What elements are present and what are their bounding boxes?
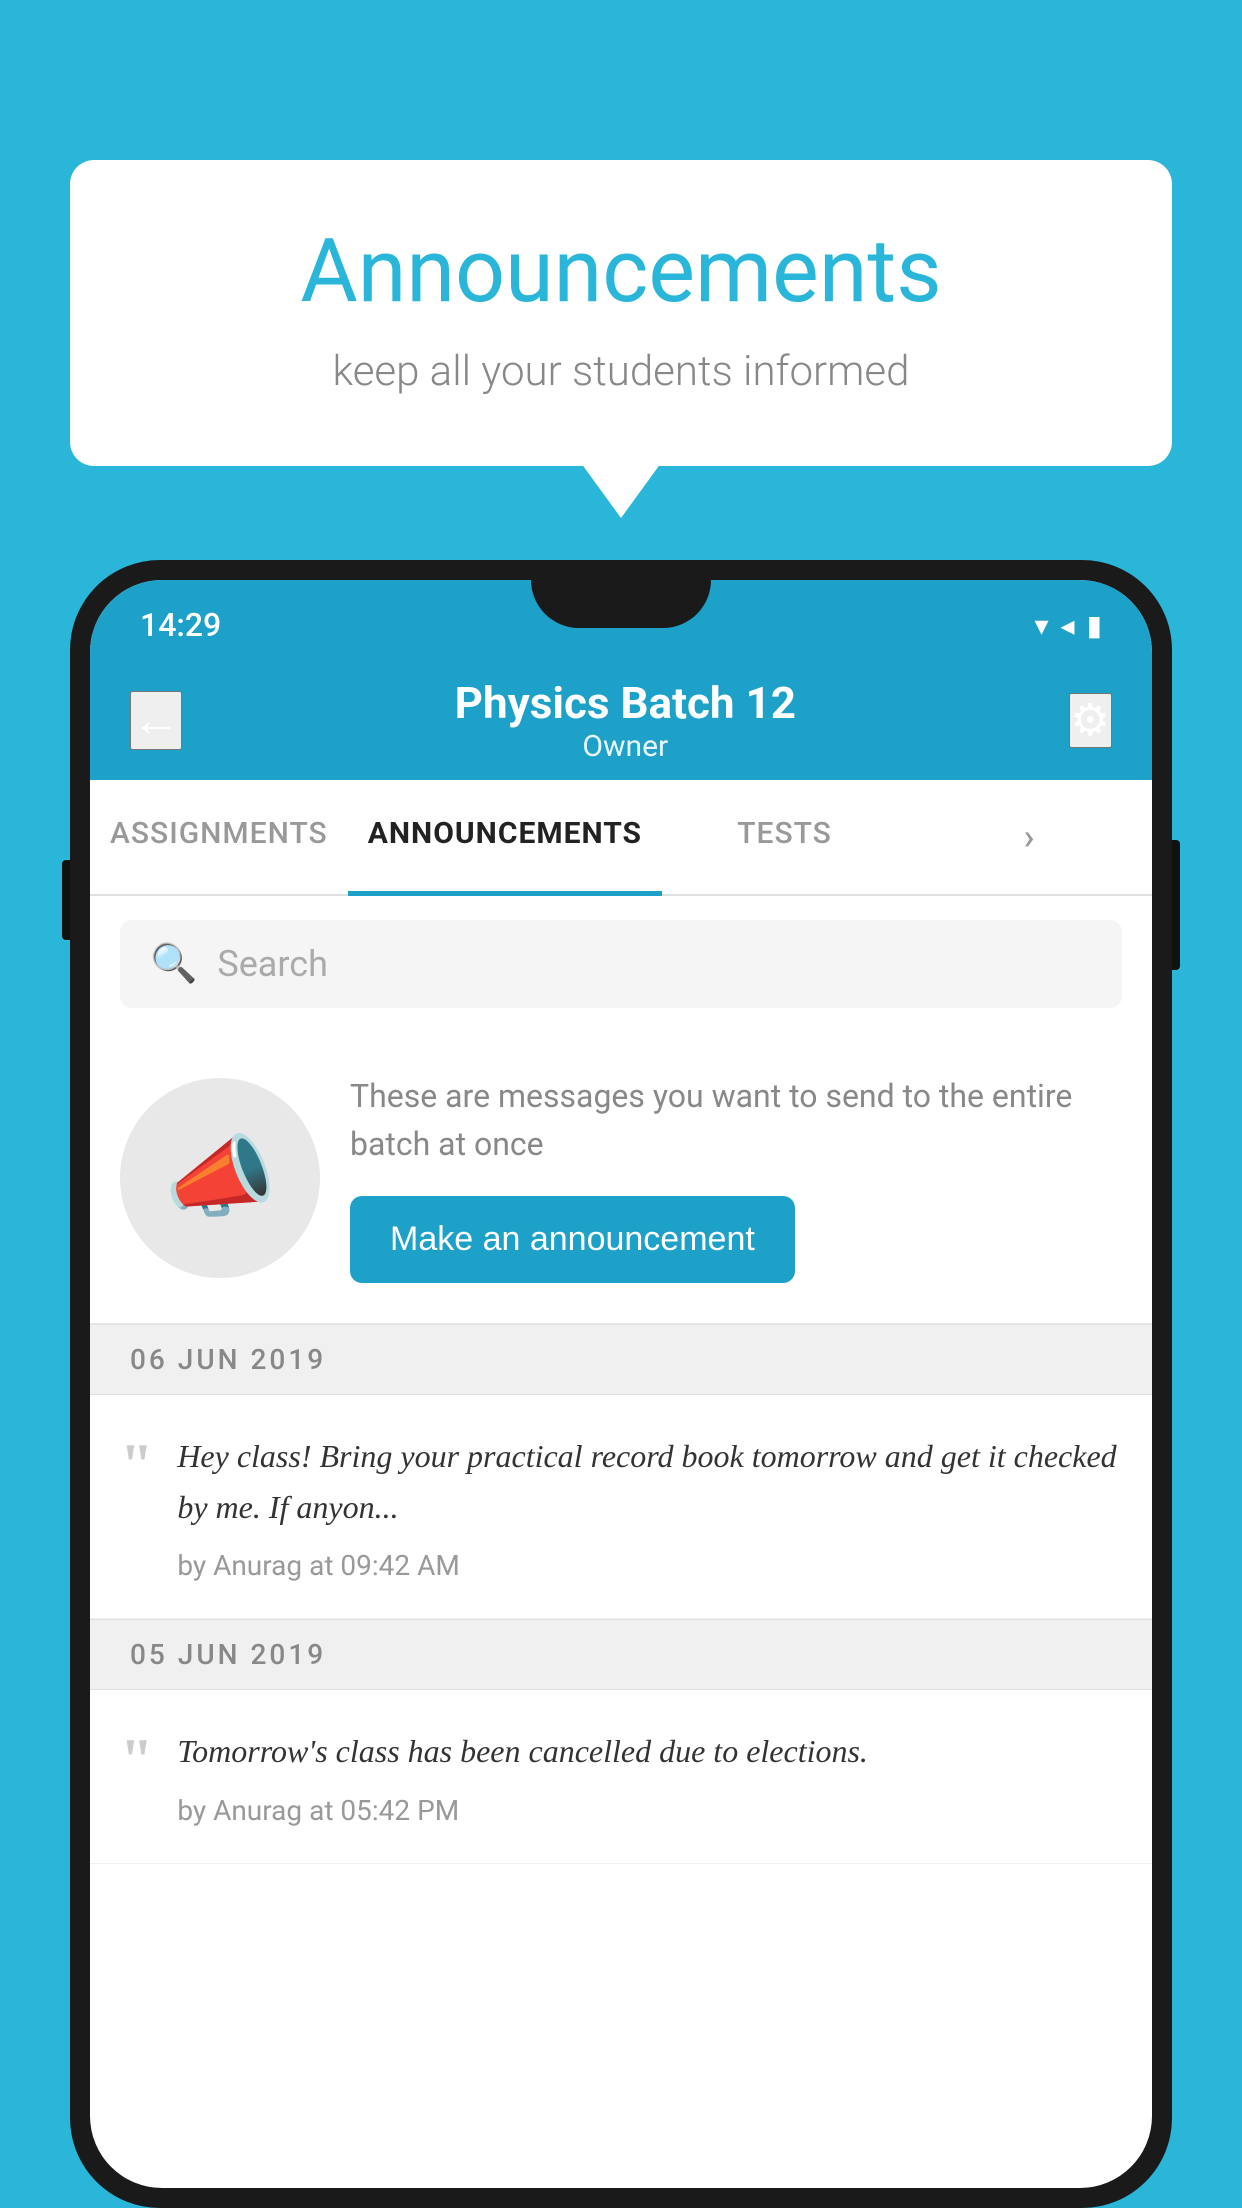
speech-bubble-section: Announcements keep all your students inf…	[70, 160, 1172, 466]
wifi-icon: ▾	[1034, 609, 1048, 642]
announcement-text-2: Tomorrow's class has been cancelled due …	[177, 1726, 1122, 1777]
phone-side-button-right	[1172, 840, 1180, 970]
promo-description: These are messages you want to send to t…	[350, 1072, 1122, 1168]
tab-more[interactable]: ›	[907, 780, 1152, 894]
phone-screen: 14:29 ▾ ◂ ▮ ← Physics Batch 12 Owner ⚙	[90, 580, 1152, 2188]
search-icon: 🔍	[150, 942, 197, 986]
bubble-title: Announcements	[130, 220, 1112, 323]
phone-outer: 14:29 ▾ ◂ ▮ ← Physics Batch 12 Owner ⚙	[70, 560, 1172, 2208]
promo-icon-circle: 📣	[120, 1078, 320, 1278]
announcement-content-2: Tomorrow's class has been cancelled due …	[177, 1726, 1122, 1826]
megaphone-icon: 📣	[164, 1125, 276, 1230]
signal-icon: ◂	[1061, 609, 1075, 642]
header-center: Physics Batch 12 Owner	[455, 677, 796, 764]
announcement-meta-1: by Anurag at 09:42 AM	[177, 1549, 1122, 1582]
app-header: ← Physics Batch 12 Owner ⚙	[90, 660, 1152, 780]
settings-button[interactable]: ⚙	[1069, 693, 1112, 748]
tab-bar: ASSIGNMENTS ANNOUNCEMENTS TESTS ›	[90, 780, 1152, 896]
search-placeholder: Search	[217, 943, 328, 985]
search-container: 🔍 Search	[90, 896, 1152, 1032]
tab-assignments[interactable]: ASSIGNMENTS	[90, 780, 348, 894]
tab-tests[interactable]: TESTS	[662, 780, 907, 894]
announcement-meta-2: by Anurag at 05:42 PM	[177, 1794, 1122, 1827]
announcement-item-2[interactable]: " Tomorrow's class has been cancelled du…	[90, 1690, 1152, 1863]
bubble-subtitle: keep all your students informed	[130, 347, 1112, 396]
announcement-content-1: Hey class! Bring your practical record b…	[177, 1431, 1122, 1582]
tab-announcements[interactable]: ANNOUNCEMENTS	[348, 780, 662, 894]
date-separator-2: 05 JUN 2019	[90, 1619, 1152, 1690]
phone-side-button-left	[62, 860, 70, 940]
phone-notch	[531, 580, 711, 628]
quote-icon-1: "	[120, 1435, 153, 1582]
status-icons: ▾ ◂ ▮	[1034, 609, 1102, 642]
search-bar[interactable]: 🔍 Search	[120, 920, 1122, 1008]
header-subtitle: Owner	[455, 729, 796, 764]
date-separator-1: 06 JUN 2019	[90, 1324, 1152, 1395]
battery-icon: ▮	[1087, 609, 1102, 642]
speech-bubble: Announcements keep all your students inf…	[70, 160, 1172, 466]
announcement-item-1[interactable]: " Hey class! Bring your practical record…	[90, 1395, 1152, 1619]
header-title: Physics Batch 12	[455, 677, 796, 729]
promo-section: 📣 These are messages you want to send to…	[90, 1032, 1152, 1324]
status-time: 14:29	[140, 606, 221, 644]
promo-right: These are messages you want to send to t…	[350, 1072, 1122, 1283]
phone-mockup: 14:29 ▾ ◂ ▮ ← Physics Batch 12 Owner ⚙	[70, 560, 1172, 2208]
quote-icon-2: "	[120, 1730, 153, 1826]
back-button[interactable]: ←	[130, 691, 182, 750]
make-announcement-button[interactable]: Make an announcement	[350, 1196, 795, 1283]
announcement-text-1: Hey class! Bring your practical record b…	[177, 1431, 1122, 1533]
